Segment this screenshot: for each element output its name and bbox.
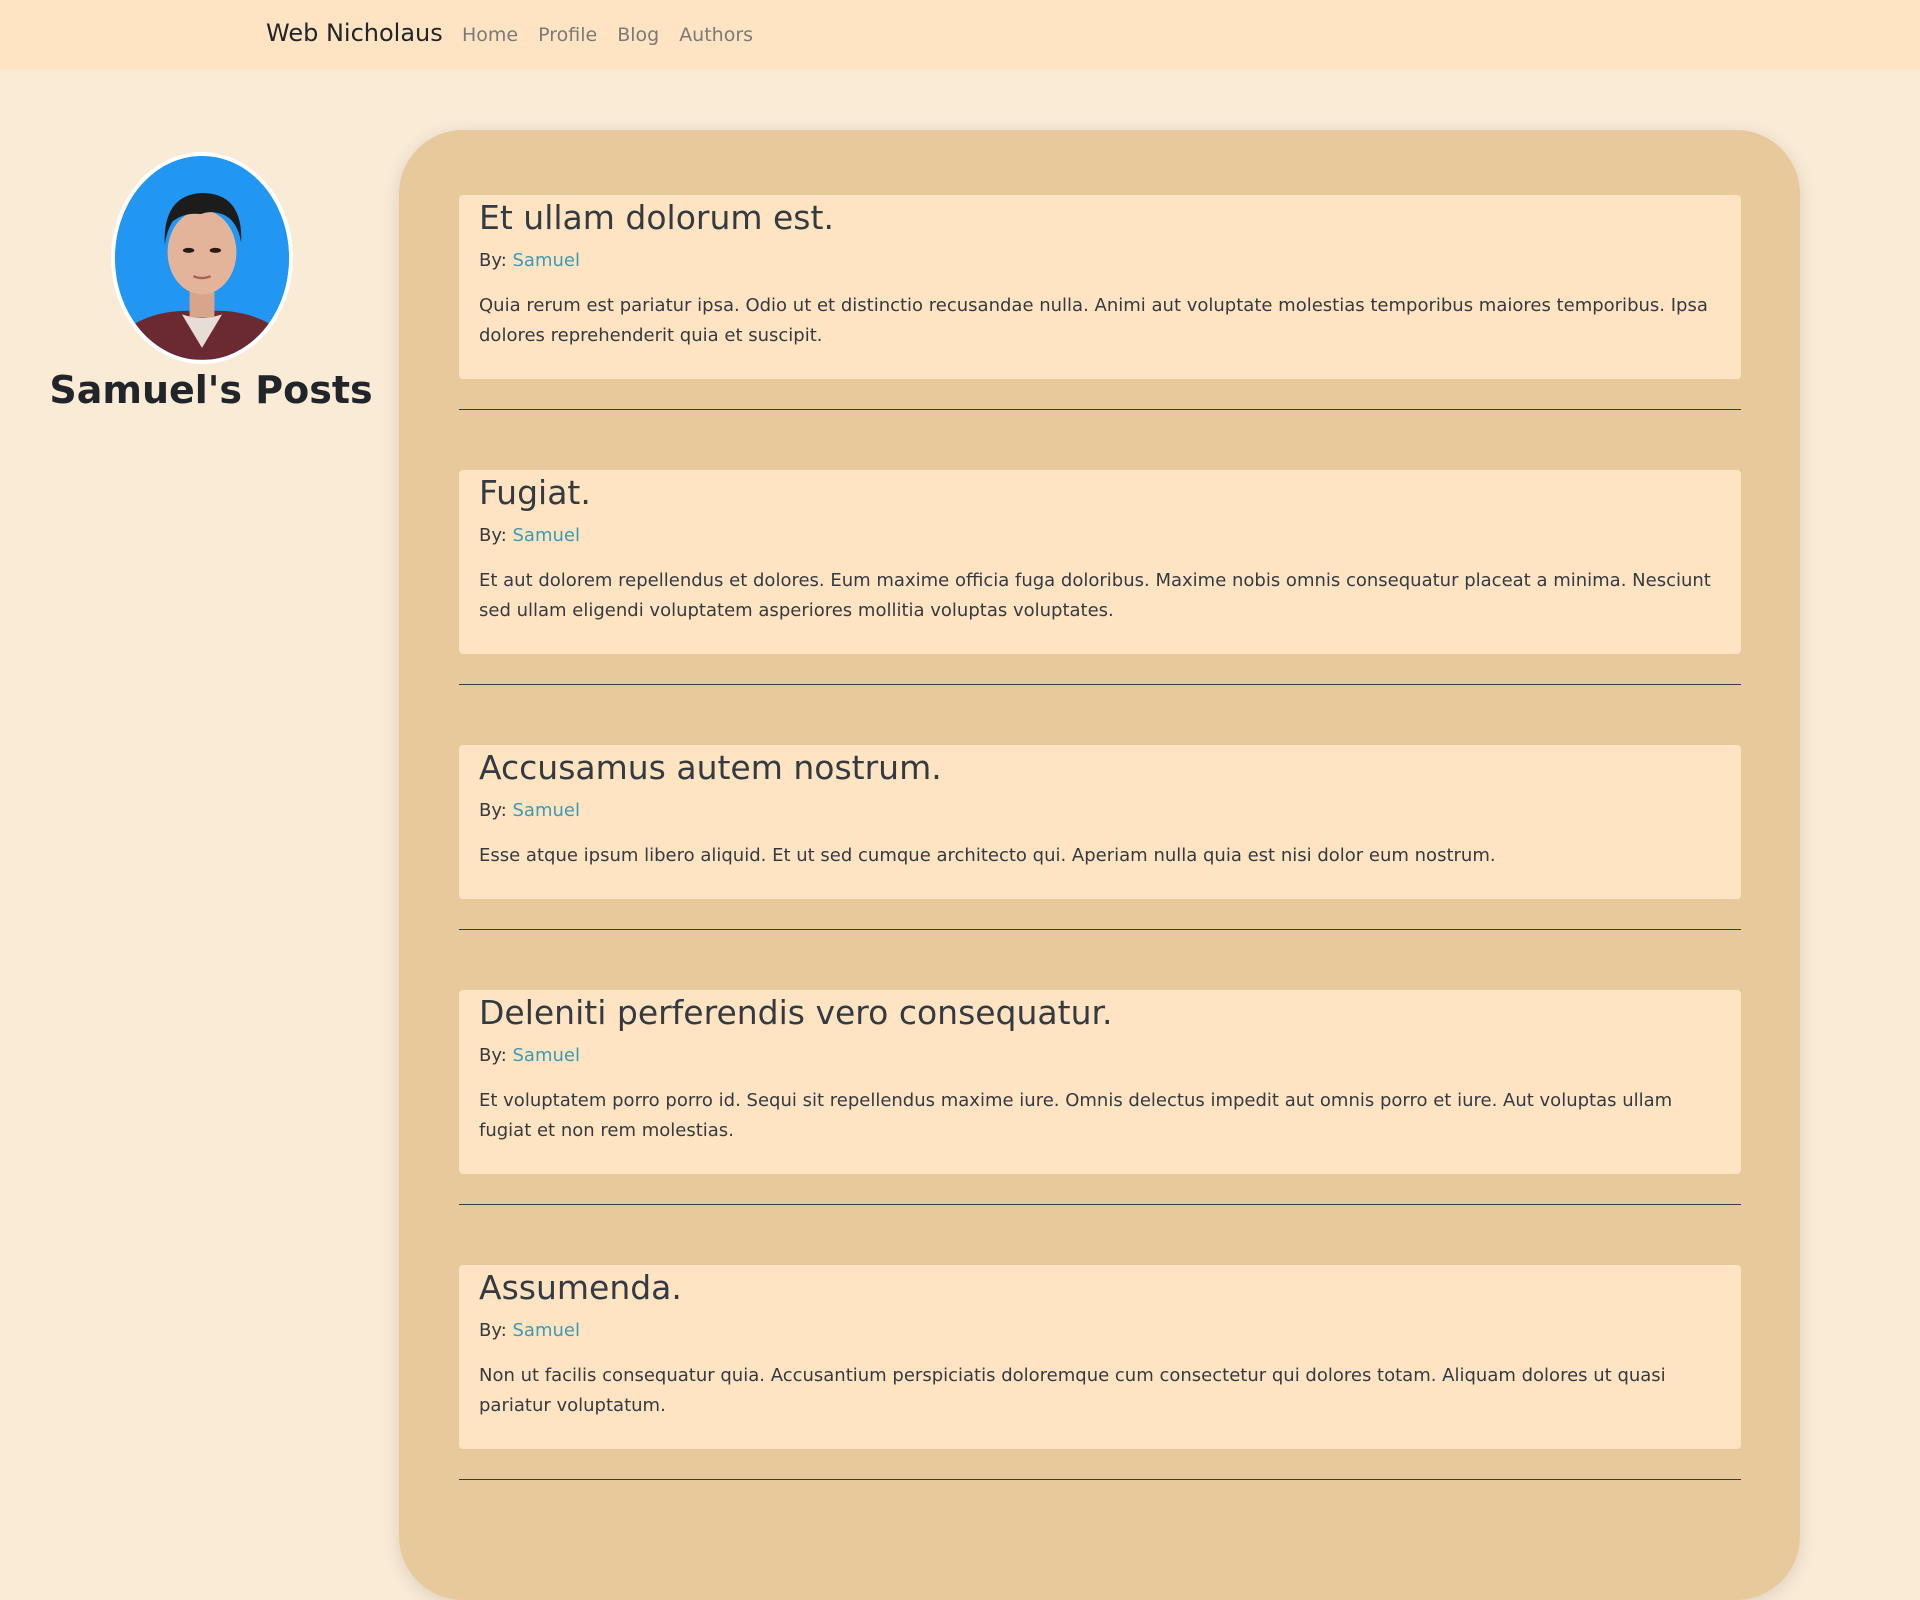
post-title[interactable]: Assumenda. (479, 1267, 1721, 1309)
post-meta: By: Samuel (479, 1044, 1721, 1068)
post-author-link[interactable]: Samuel (513, 1320, 580, 1341)
post-title[interactable]: Deleniti perferendis vero consequatur. (479, 992, 1721, 1034)
post-divider (459, 1204, 1741, 1205)
post-item: Accusamus autem nostrum. By: Samuel Esse… (459, 745, 1741, 930)
avatar-portrait-image (115, 156, 289, 360)
post-title[interactable]: Fugiat. (479, 472, 1721, 514)
post-item: Deleniti perferendis vero consequatur. B… (459, 990, 1741, 1205)
nav-link-profile[interactable]: Profile (538, 24, 597, 46)
post-by-label: By: (479, 525, 507, 546)
post-meta: By: Samuel (479, 249, 1721, 273)
post-title[interactable]: Et ullam dolorum est. (479, 197, 1721, 239)
post-title[interactable]: Accusamus autem nostrum. (479, 747, 1721, 789)
post-divider (459, 684, 1741, 685)
navbar: Web Nicholaus Home Profile Blog Authors (0, 0, 1920, 70)
post-excerpt: Esse atque ipsum libero aliquid. Et ut s… (479, 845, 1496, 866)
post-card: Fugiat. By: Samuel Et aut dolorem repell… (459, 470, 1741, 654)
post-card: Accusamus autem nostrum. By: Samuel Esse… (459, 745, 1741, 899)
post-list: Et ullam dolorum est. By: Samuel Quia re… (459, 195, 1741, 1540)
posts-panel: Et ullam dolorum est. By: Samuel Quia re… (399, 130, 1800, 1600)
post-author-link[interactable]: Samuel (513, 525, 580, 546)
post-card: Et ullam dolorum est. By: Samuel Quia re… (459, 195, 1741, 379)
post-item: Fugiat. By: Samuel Et aut dolorem repell… (459, 470, 1741, 685)
post-card: Assumenda. By: Samuel Non ut facilis con… (459, 1265, 1741, 1449)
post-author-link[interactable]: Samuel (513, 250, 580, 271)
nav-link-home[interactable]: Home (462, 24, 518, 46)
post-divider (459, 1479, 1741, 1480)
post-author-link[interactable]: Samuel (513, 1045, 580, 1066)
post-by-label: By: (479, 250, 507, 271)
post-by-label: By: (479, 1320, 507, 1341)
post-item: Et ullam dolorum est. By: Samuel Quia re… (459, 195, 1741, 410)
brand-link[interactable]: Web Nicholaus (266, 19, 443, 47)
avatar (111, 152, 293, 364)
post-excerpt: Et voluptatem porro porro id. Sequi sit … (479, 1090, 1673, 1141)
post-divider (459, 409, 1741, 410)
page-title: Samuel's Posts (49, 368, 373, 412)
nav-link-authors[interactable]: Authors (679, 24, 753, 46)
nav-link-blog[interactable]: Blog (617, 24, 659, 46)
post-excerpt: Quia rerum est pariatur ipsa. Odio ut et… (479, 295, 1708, 346)
post-card: Deleniti perferendis vero consequatur. B… (459, 990, 1741, 1174)
nav-links: Home Profile Blog Authors (462, 24, 753, 46)
post-by-label: By: (479, 800, 507, 821)
post-excerpt: Et aut dolorem repellendus et dolores. E… (479, 570, 1711, 621)
post-divider (459, 929, 1741, 930)
post-meta: By: Samuel (479, 799, 1721, 823)
post-author-link[interactable]: Samuel (513, 800, 580, 821)
post-meta: By: Samuel (479, 1319, 1721, 1343)
post-by-label: By: (479, 1045, 507, 1066)
post-excerpt: Non ut facilis consequatur quia. Accusan… (479, 1365, 1666, 1416)
post-item: Assumenda. By: Samuel Non ut facilis con… (459, 1265, 1741, 1480)
post-meta: By: Samuel (479, 524, 1721, 548)
